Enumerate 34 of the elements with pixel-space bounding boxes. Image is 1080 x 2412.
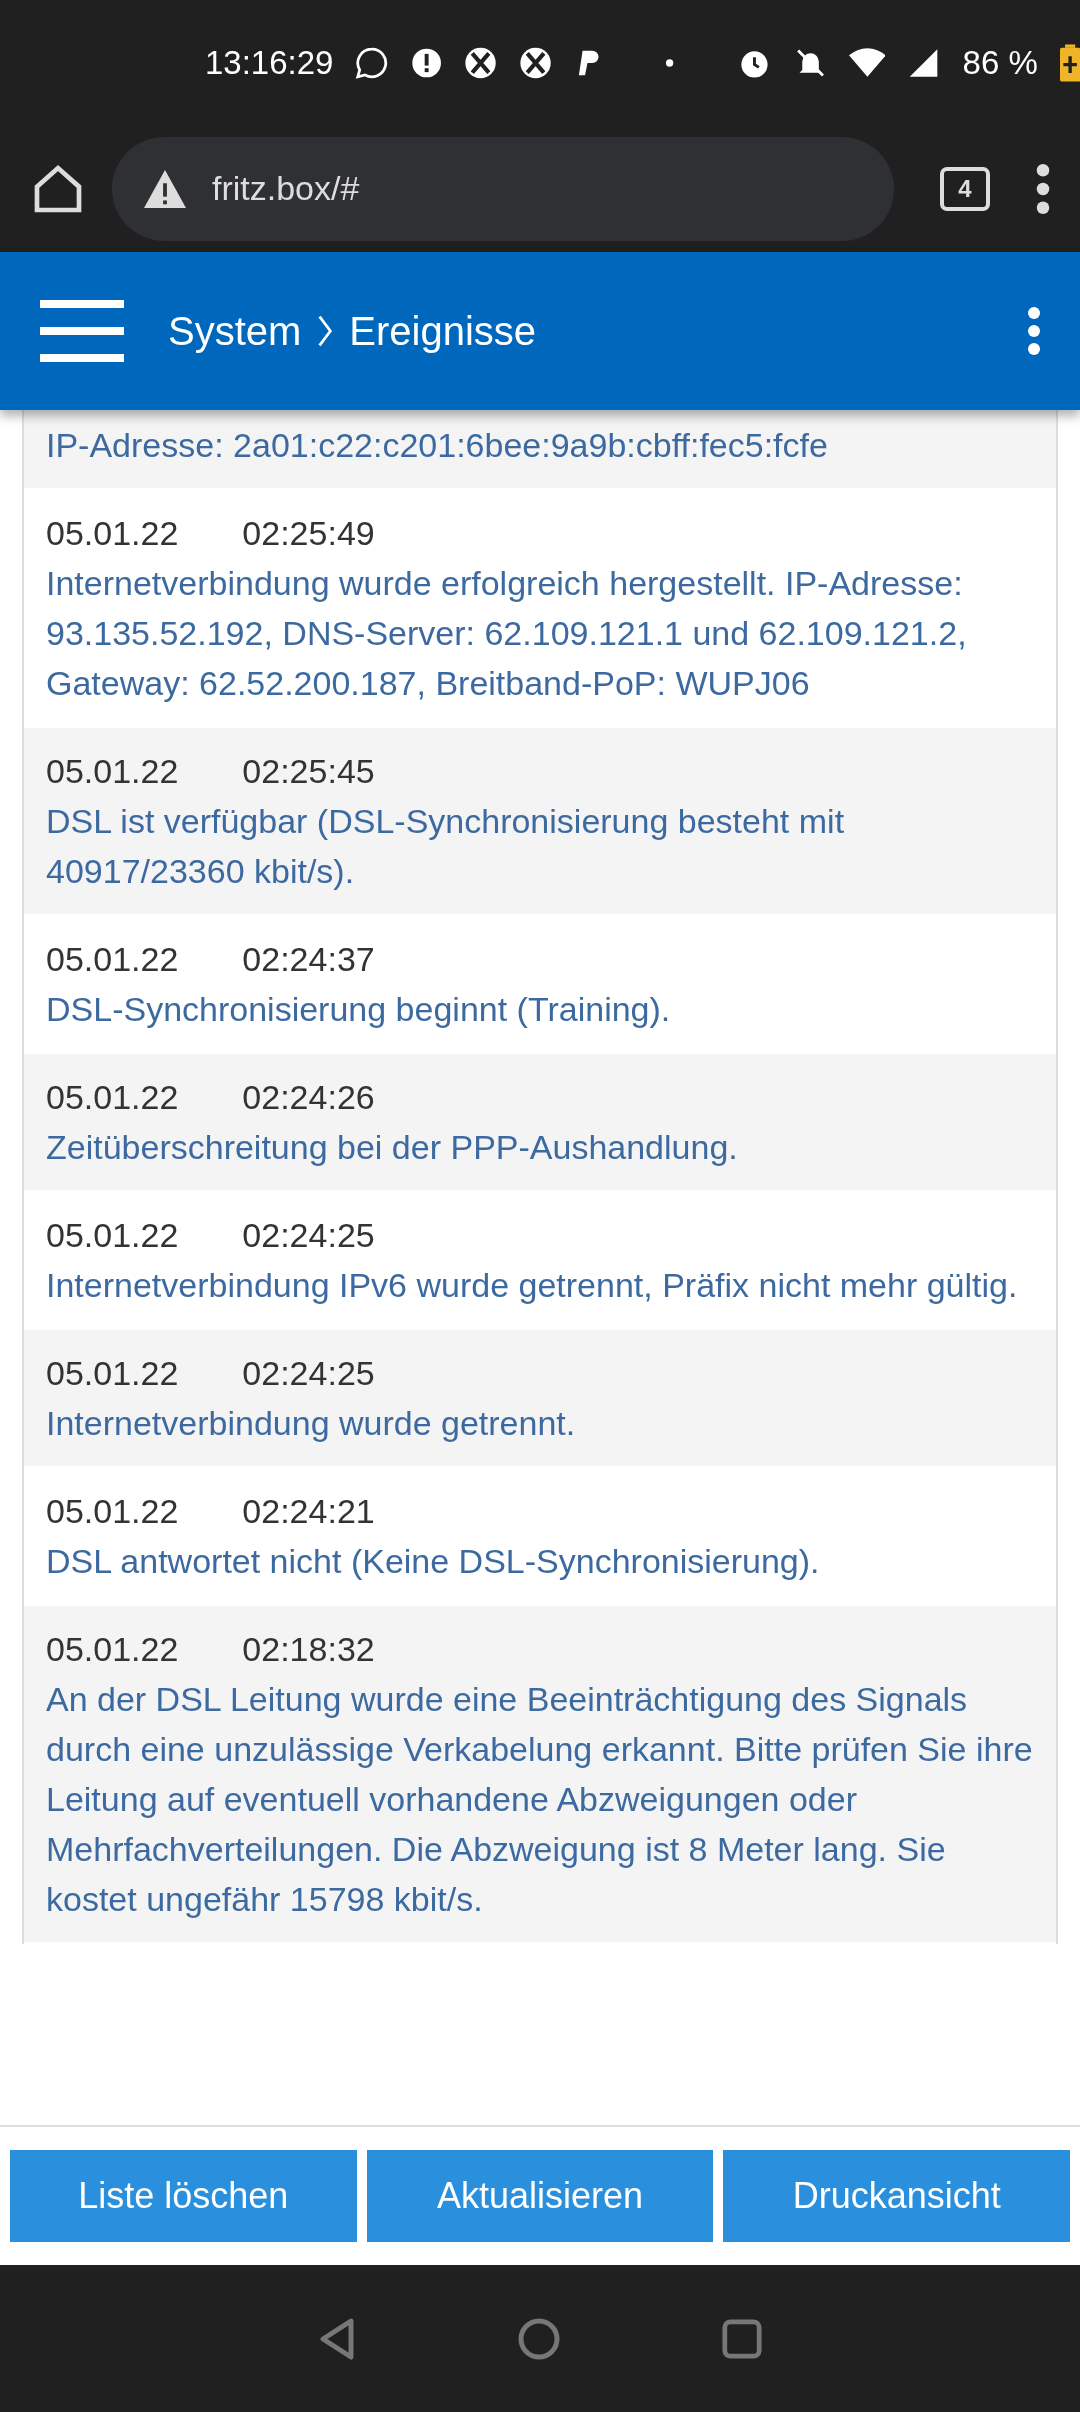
- event-message: DSL-Synchronisierung beginnt (Training).: [46, 989, 672, 1030]
- action-button[interactable]: Druckansicht: [723, 2150, 1070, 2242]
- event-message: DSL antwortet nicht (Keine DSL-Synchronisierung).: [46, 1541, 821, 1582]
- event-date: 05.01.22: [46, 1215, 179, 1256]
- event-time: 02:25:49: [242, 513, 375, 554]
- event-message: DSL ist verfügbar (DSL-Synchronisierung besteht mit 40917/23360 kbit/s).: [46, 801, 846, 892]
- event-date: 05.01.22: [46, 1629, 179, 1670]
- event-date: 05.01.22: [46, 751, 179, 792]
- event-date: 05.01.22: [46, 939, 179, 980]
- event-date: 05.01.22: [46, 1491, 179, 1532]
- event-time: 02:25:45: [242, 751, 375, 792]
- breadcrumb-item[interactable]: System: [168, 308, 302, 354]
- event-time: 02:24:37: [242, 939, 375, 980]
- event-time: 02:24:21: [242, 1491, 375, 1532]
- action-button[interactable]: Aktualisieren: [366, 2150, 714, 2242]
- clock-time: 13:16:29: [205, 43, 334, 82]
- event-message: An der DSL Leitung wurde eine Beeinträchtigung des Signals durch eine unzulässige Verkabelung erkannt. Bitte prüfen Sie ihre Leitung auf eventuell vorhandene Abzweigungen oder Mehrfachverteilungen. Die Abzweigung ist 8 Meter lang. Sie kostet ungefähr 15798 kbit/s.: [46, 1679, 1034, 1920]
- action-button[interactable]: Liste löschen: [10, 2150, 357, 2242]
- tab-count-button[interactable]: 4: [940, 166, 990, 211]
- event-time: 02:24:25: [242, 1353, 375, 1394]
- event-message: Zeitüberschreitung bei der PPP-Aushandlung.: [46, 1127, 739, 1168]
- event-message: Internetverbindung wurde getrennt.: [46, 1403, 577, 1444]
- event-message: IP-Adresse: 2a01:c22:c201:6bee:9a9b:cbff:fec5:fcfe: [46, 425, 829, 466]
- breadcrumb-item: Ereignisse: [349, 308, 537, 354]
- event-time: 02:24:26: [242, 1077, 375, 1118]
- event-message: Internetverbindung wurde erfolgreich hergestellt. IP-Adresse: 93.135.52.192, DNS-Server: 62.109.121.1 und 62.109.121.2, Gateway: 62.52.200.187, Breitband-PoP: WUPJ06: [46, 563, 968, 704]
- event-time: 02:24:25: [242, 1215, 375, 1256]
- event-time: 02:18:32: [242, 1629, 375, 1670]
- event-date: 05.01.22: [46, 1353, 179, 1394]
- event-message: Internetverbindung IPv6 wurde getrennt, Präfix nicht mehr gültig.: [46, 1265, 1019, 1306]
- battery-percent: 86 %: [962, 43, 1038, 82]
- event-date: 05.01.22: [46, 513, 179, 554]
- event-date: 05.01.22: [46, 1077, 179, 1118]
- address-bar[interactable]: fritz.box/#: [112, 136, 894, 241]
